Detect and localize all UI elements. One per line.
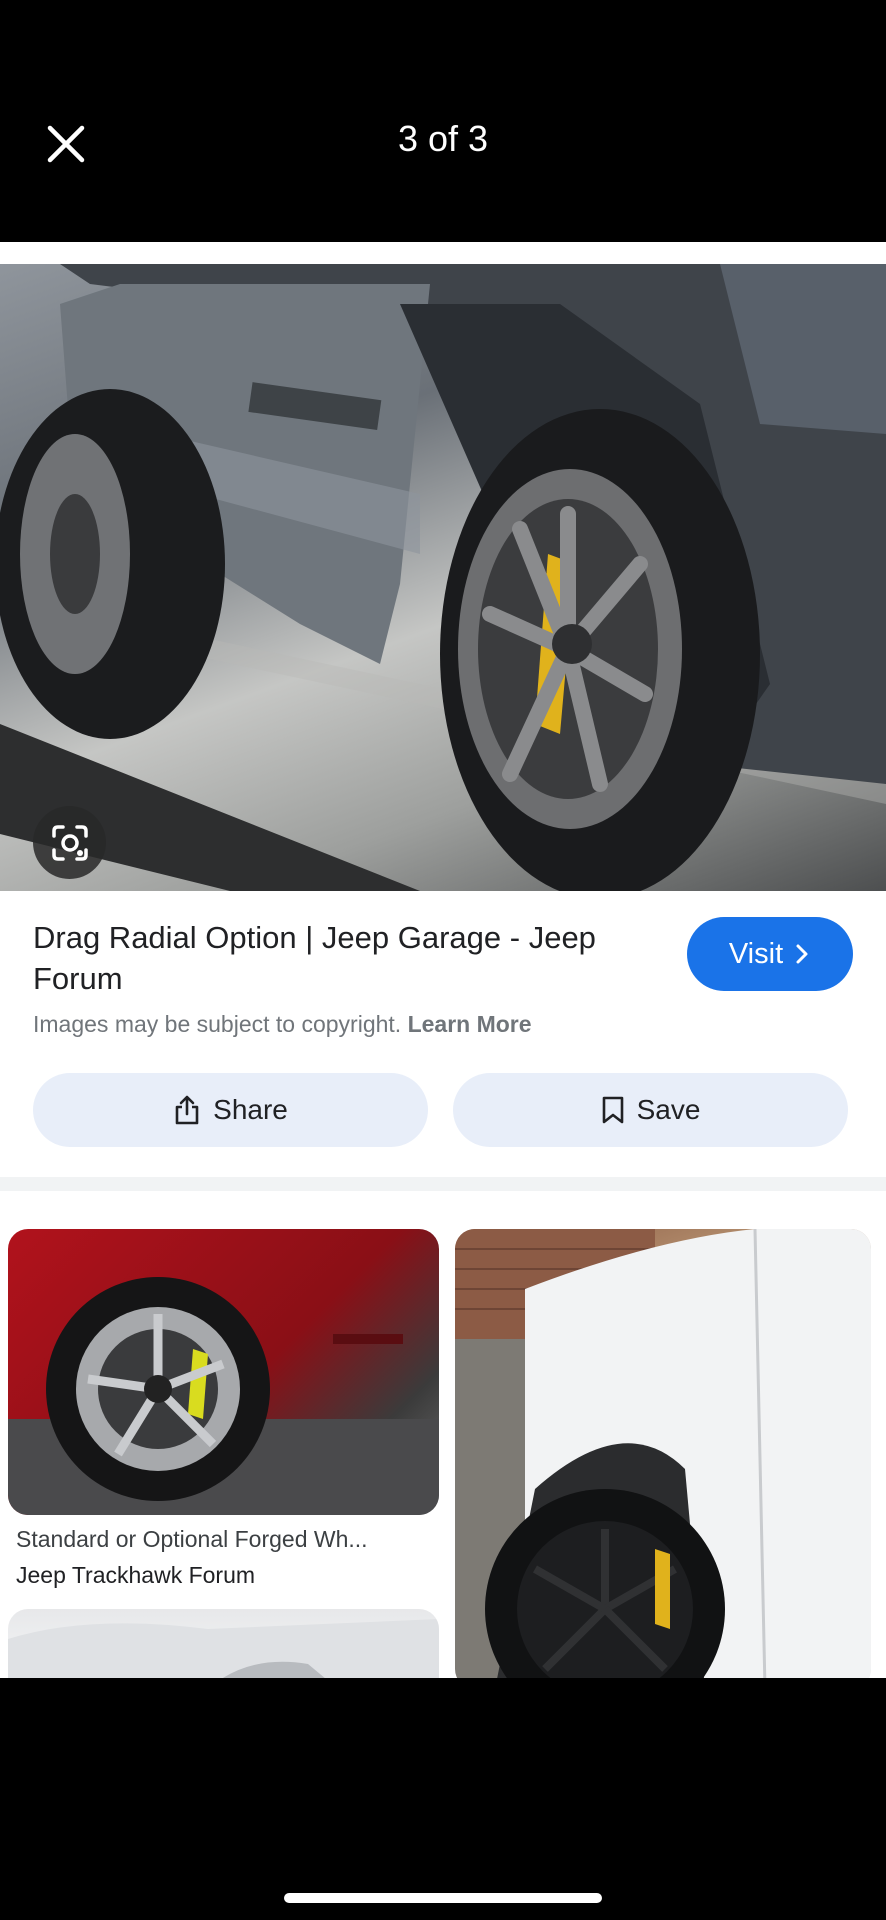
section-divider (0, 1177, 886, 1191)
lens-icon (51, 824, 88, 861)
jeep-wheel-photo (0, 264, 886, 891)
result-info: Drag Radial Option | Jeep Garage - Jeep … (0, 891, 886, 1171)
result-panel: Drag Radial Option | Jeep Garage - Jeep … (0, 242, 886, 1678)
red-jeep-wheel-photo (8, 1277, 439, 1515)
chevron-right-icon (796, 944, 808, 964)
related-image-title[interactable]: Standard or Optional Forged Wh... (16, 1526, 436, 1553)
related-image-thumbnail[interactable] (8, 1609, 439, 1678)
bookmark-icon (602, 1096, 623, 1124)
white-jeep-wheel-photo (455, 1229, 871, 1678)
white-jeep-photo (8, 1619, 439, 1678)
lens-button[interactable] (33, 806, 106, 879)
share-button[interactable]: Share (33, 1073, 428, 1147)
related-image-thumbnail[interactable] (455, 1229, 871, 1678)
related-image-thumbnail[interactable] (8, 1229, 439, 1515)
result-title[interactable]: Drag Radial Option | Jeep Garage - Jeep … (33, 917, 633, 999)
share-label: Share (213, 1094, 288, 1125)
copyright-text: Images may be subject to copyright. (33, 1011, 402, 1037)
main-image[interactable] (0, 264, 886, 891)
learn-more-link[interactable]: Learn More (408, 1011, 532, 1037)
related-image-source[interactable]: Jeep Trackhawk Forum (16, 1562, 255, 1589)
save-label: Save (636, 1094, 701, 1125)
save-button[interactable]: Save (453, 1073, 848, 1147)
home-indicator[interactable] (284, 1893, 602, 1903)
visit-label: Visit (728, 937, 784, 970)
viewer-header: 3 of 3 (0, 0, 886, 242)
share-icon (175, 1095, 199, 1125)
bottom-bar (0, 1678, 886, 1920)
visit-button[interactable]: Visit (687, 917, 853, 991)
copyright-notice: Images may be subject to copyright. Lear… (33, 1011, 532, 1038)
image-counter: 3 of 3 (397, 118, 489, 159)
